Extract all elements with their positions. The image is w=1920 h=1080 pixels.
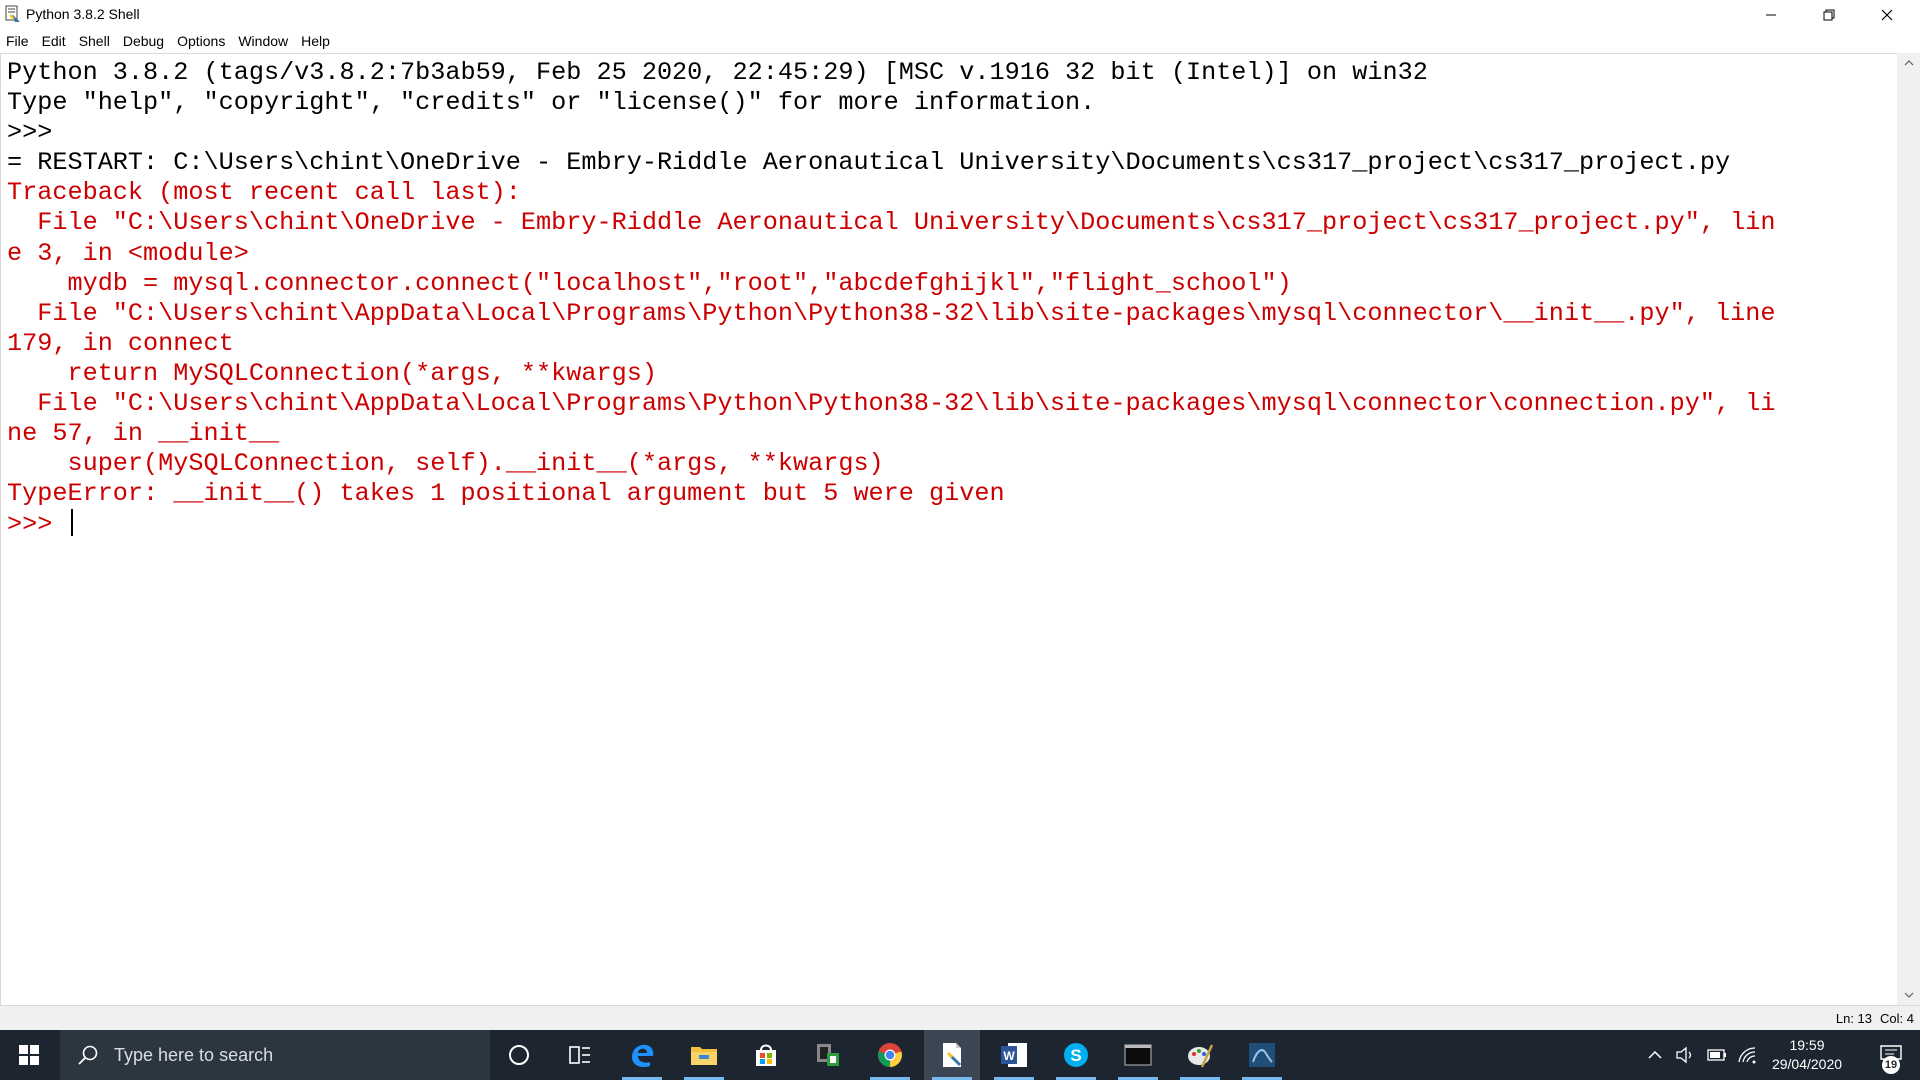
menu-file[interactable]: File	[6, 33, 29, 49]
cursor-position: Ln: 13 Col: 4	[1828, 1011, 1914, 1026]
search-placeholder: Type here to search	[114, 1044, 274, 1065]
shell-line: return MySQLConnection(*args, **kwargs)	[7, 358, 657, 388]
shell-line: File "C:\Users\chint\AppData\Local\Progr…	[7, 389, 1776, 419]
shell-output[interactable]: Python 3.8.2 (tags/v3.8.2:7b3ab59, Feb 2…	[7, 58, 1775, 540]
menu-shell[interactable]: Shell	[79, 33, 110, 49]
svg-text:S: S	[1070, 1046, 1081, 1065]
cortana-button[interactable]	[491, 1030, 547, 1080]
taskbar-app-idle[interactable]	[924, 1030, 980, 1080]
shell-line: >>>	[7, 509, 1775, 539]
workbench-icon	[1249, 1043, 1275, 1067]
show-hidden-icons-button[interactable]	[1640, 1030, 1670, 1080]
taskbar-app-edge[interactable]	[614, 1030, 670, 1080]
volume-button[interactable]	[1672, 1030, 1700, 1080]
text-cursor	[71, 509, 74, 537]
idle-app-icon	[5, 5, 20, 22]
taskbar-app-skype[interactable]: S	[1048, 1030, 1104, 1080]
shell-line: Type "help", "copyright", "credits" or "…	[7, 88, 1096, 118]
clock-time: 19:59	[1789, 1037, 1825, 1053]
shell-text-area[interactable]: Python 3.8.2 (tags/v3.8.2:7b3ab59, Feb 2…	[0, 53, 1897, 1005]
shell-line: TypeError: __init__() takes 1 positional…	[7, 479, 1005, 509]
wifi-button[interactable]	[1734, 1030, 1760, 1080]
taskbar-app-terminal[interactable]	[1110, 1030, 1166, 1080]
shell-line: Traceback (most recent call last):	[7, 178, 521, 208]
minimize-button[interactable]	[1742, 0, 1800, 30]
windows-icon	[19, 1045, 39, 1065]
chevron-up-icon	[1904, 60, 1913, 66]
taskbar: Type here to search W S 19:59 29/04/2020…	[0, 1030, 1920, 1080]
taskbar-app-store[interactable]	[738, 1030, 794, 1080]
paint-icon	[1188, 1044, 1214, 1068]
phone-link-icon	[817, 1044, 839, 1066]
menu-help[interactable]: Help	[301, 33, 330, 49]
battery-button[interactable]	[1703, 1030, 1731, 1080]
shell-line: mydb = mysql.connector.connect("localhos…	[7, 268, 1292, 298]
restore-icon	[1823, 9, 1835, 21]
store-icon	[756, 1044, 776, 1066]
taskbar-app-workbench[interactable]	[1234, 1030, 1290, 1080]
restore-button[interactable]	[1800, 0, 1858, 30]
shell-line: = RESTART: C:\Users\chint\OneDrive - Emb…	[7, 148, 1731, 178]
volume-icon	[1676, 1046, 1692, 1064]
clock-date: 29/04/2020	[1771, 1056, 1843, 1072]
menu-edit[interactable]: Edit	[42, 33, 66, 49]
notification-count-badge: 19	[1882, 1056, 1900, 1074]
shell-line: File "C:\Users\chint\OneDrive - Embry-Ri…	[7, 208, 1776, 238]
shell-line: super(MySQLConnection, self).__init__(*a…	[7, 449, 884, 479]
wifi-icon	[1738, 1047, 1756, 1064]
taskbar-app-file-explorer[interactable]	[676, 1030, 732, 1080]
minimize-icon	[1766, 14, 1776, 16]
shell-line: e 3, in <module>	[7, 238, 249, 268]
idle-icon	[943, 1043, 962, 1067]
idle-shell-window: Python 3.8.2 Shell File Edit Shell Debug…	[0, 0, 1920, 1030]
word-icon: W	[1001, 1043, 1027, 1067]
shell-line: ne 57, in __init__	[7, 419, 280, 449]
taskbar-app-phone-link[interactable]	[800, 1030, 856, 1080]
chevron-up-icon	[1648, 1051, 1662, 1059]
file-explorer-icon	[691, 1047, 717, 1065]
battery-icon	[1707, 1049, 1726, 1061]
scroll-up-button[interactable]	[1897, 53, 1920, 73]
taskbar-app-paint[interactable]	[1172, 1030, 1228, 1080]
cortana-icon	[509, 1045, 529, 1065]
chrome-icon	[878, 1043, 902, 1067]
status-bar: Ln: 13 Col: 4	[0, 1005, 1920, 1030]
taskbar-clock[interactable]: 19:59 29/04/2020	[1758, 1036, 1856, 1074]
taskbar-app-chrome[interactable]	[862, 1030, 918, 1080]
taskbar-app-word[interactable]: W	[986, 1030, 1042, 1080]
skype-icon: S	[1064, 1043, 1088, 1067]
start-button[interactable]	[0, 1030, 58, 1080]
shell-line: File "C:\Users\chint\AppData\Local\Progr…	[7, 298, 1776, 328]
shell-line: Python 3.8.2 (tags/v3.8.2:7b3ab59, Feb 2…	[7, 58, 1428, 87]
svg-text:W: W	[1003, 1049, 1015, 1063]
menu-options[interactable]: Options	[177, 33, 225, 49]
menu-bar: File Edit Shell Debug Options Window Hel…	[0, 30, 1920, 52]
close-icon	[1881, 9, 1893, 21]
menu-window[interactable]: Window	[238, 33, 288, 49]
chevron-down-icon	[1904, 992, 1913, 998]
edge-icon	[632, 1044, 654, 1067]
column-number: Col: 4	[1880, 1011, 1914, 1026]
close-button[interactable]	[1858, 0, 1916, 30]
task-view-icon	[569, 1046, 590, 1064]
line-number: Ln: 13	[1835, 1011, 1873, 1026]
menu-debug[interactable]: Debug	[123, 33, 164, 49]
window-title: Python 3.8.2 Shell	[26, 6, 140, 22]
scroll-down-button[interactable]	[1897, 985, 1920, 1005]
shell-line: 179, in connect	[7, 328, 234, 358]
title-bar[interactable]: Python 3.8.2 Shell	[0, 0, 1920, 30]
terminal-icon	[1124, 1044, 1152, 1066]
shell-line: >>>	[7, 118, 68, 148]
task-view-button[interactable]	[552, 1030, 608, 1080]
taskbar-search-box[interactable]: Type here to search	[60, 1030, 490, 1080]
search-icon	[78, 1045, 98, 1065]
vertical-scrollbar[interactable]	[1897, 53, 1920, 1005]
